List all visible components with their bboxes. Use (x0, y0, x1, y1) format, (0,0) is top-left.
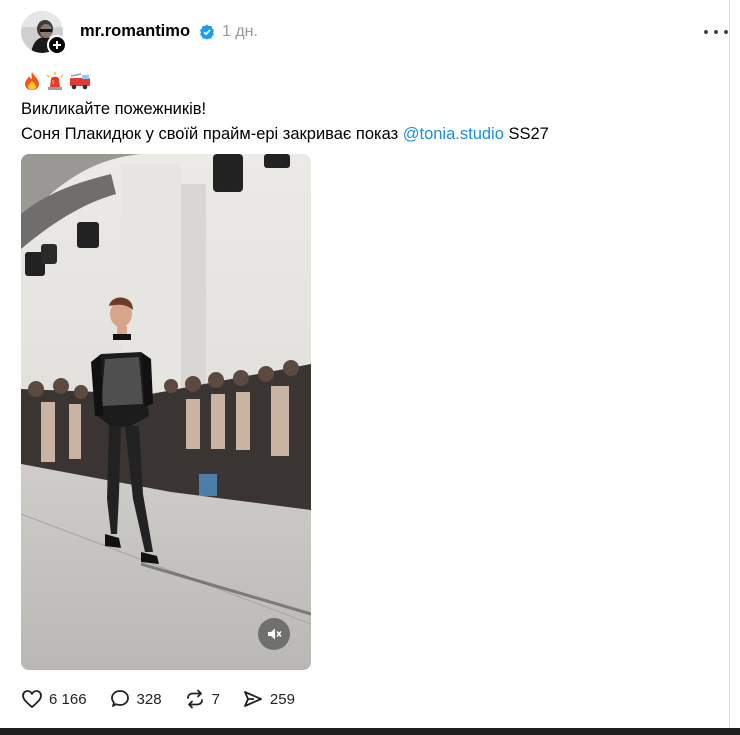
share-count: 259 (269, 690, 295, 708)
reply-count: 328 (136, 690, 162, 708)
follow-plus-icon[interactable] (47, 35, 67, 55)
fire-emoji (25, 72, 39, 90)
fire-engine-emoji (70, 73, 90, 90)
post-text-suffix: SS27 (503, 125, 549, 143)
runway-video-frame (21, 154, 311, 670)
post-author-username[interactable]: mr.romantimo (80, 22, 190, 41)
comment-bubble-icon (110, 690, 129, 707)
window-border-right (729, 0, 730, 728)
share-button[interactable]: 259 (242, 689, 295, 709)
mention-link[interactable]: @tonia.studio (403, 125, 504, 143)
emoji-row (23, 71, 91, 93)
post-actions-bar: 6 166 328 7 259 (21, 687, 317, 711)
post-text-body: Соня Плакидюк у своїй прайм-ері закриває… (21, 125, 403, 143)
police-light-emoji (46, 72, 64, 90)
repost-icon (186, 689, 203, 709)
repost-button[interactable]: 7 (184, 689, 220, 709)
avatar-button[interactable] (21, 11, 67, 55)
verified-badge-icon (200, 24, 214, 40)
send-icon (244, 691, 262, 707)
like-button[interactable]: 6 166 (21, 689, 87, 709)
like-count: 6 166 (49, 690, 87, 708)
muted-speaker-icon (268, 628, 282, 640)
heart-icon (22, 690, 42, 708)
taskbar-edge (0, 728, 740, 735)
repost-count: 7 (211, 690, 220, 708)
more-options-icon[interactable] (704, 24, 728, 40)
post-timestamp: 1 дн. (222, 23, 258, 40)
reply-button[interactable]: 328 (109, 689, 162, 709)
mute-toggle-button[interactable] (258, 618, 290, 650)
post-text-line-1: Викликайте пожежників! (21, 100, 207, 118)
post-text-line-2: Соня Плакидюк у своїй прайм-ері закриває… (21, 125, 549, 144)
post-video[interactable] (21, 154, 311, 670)
